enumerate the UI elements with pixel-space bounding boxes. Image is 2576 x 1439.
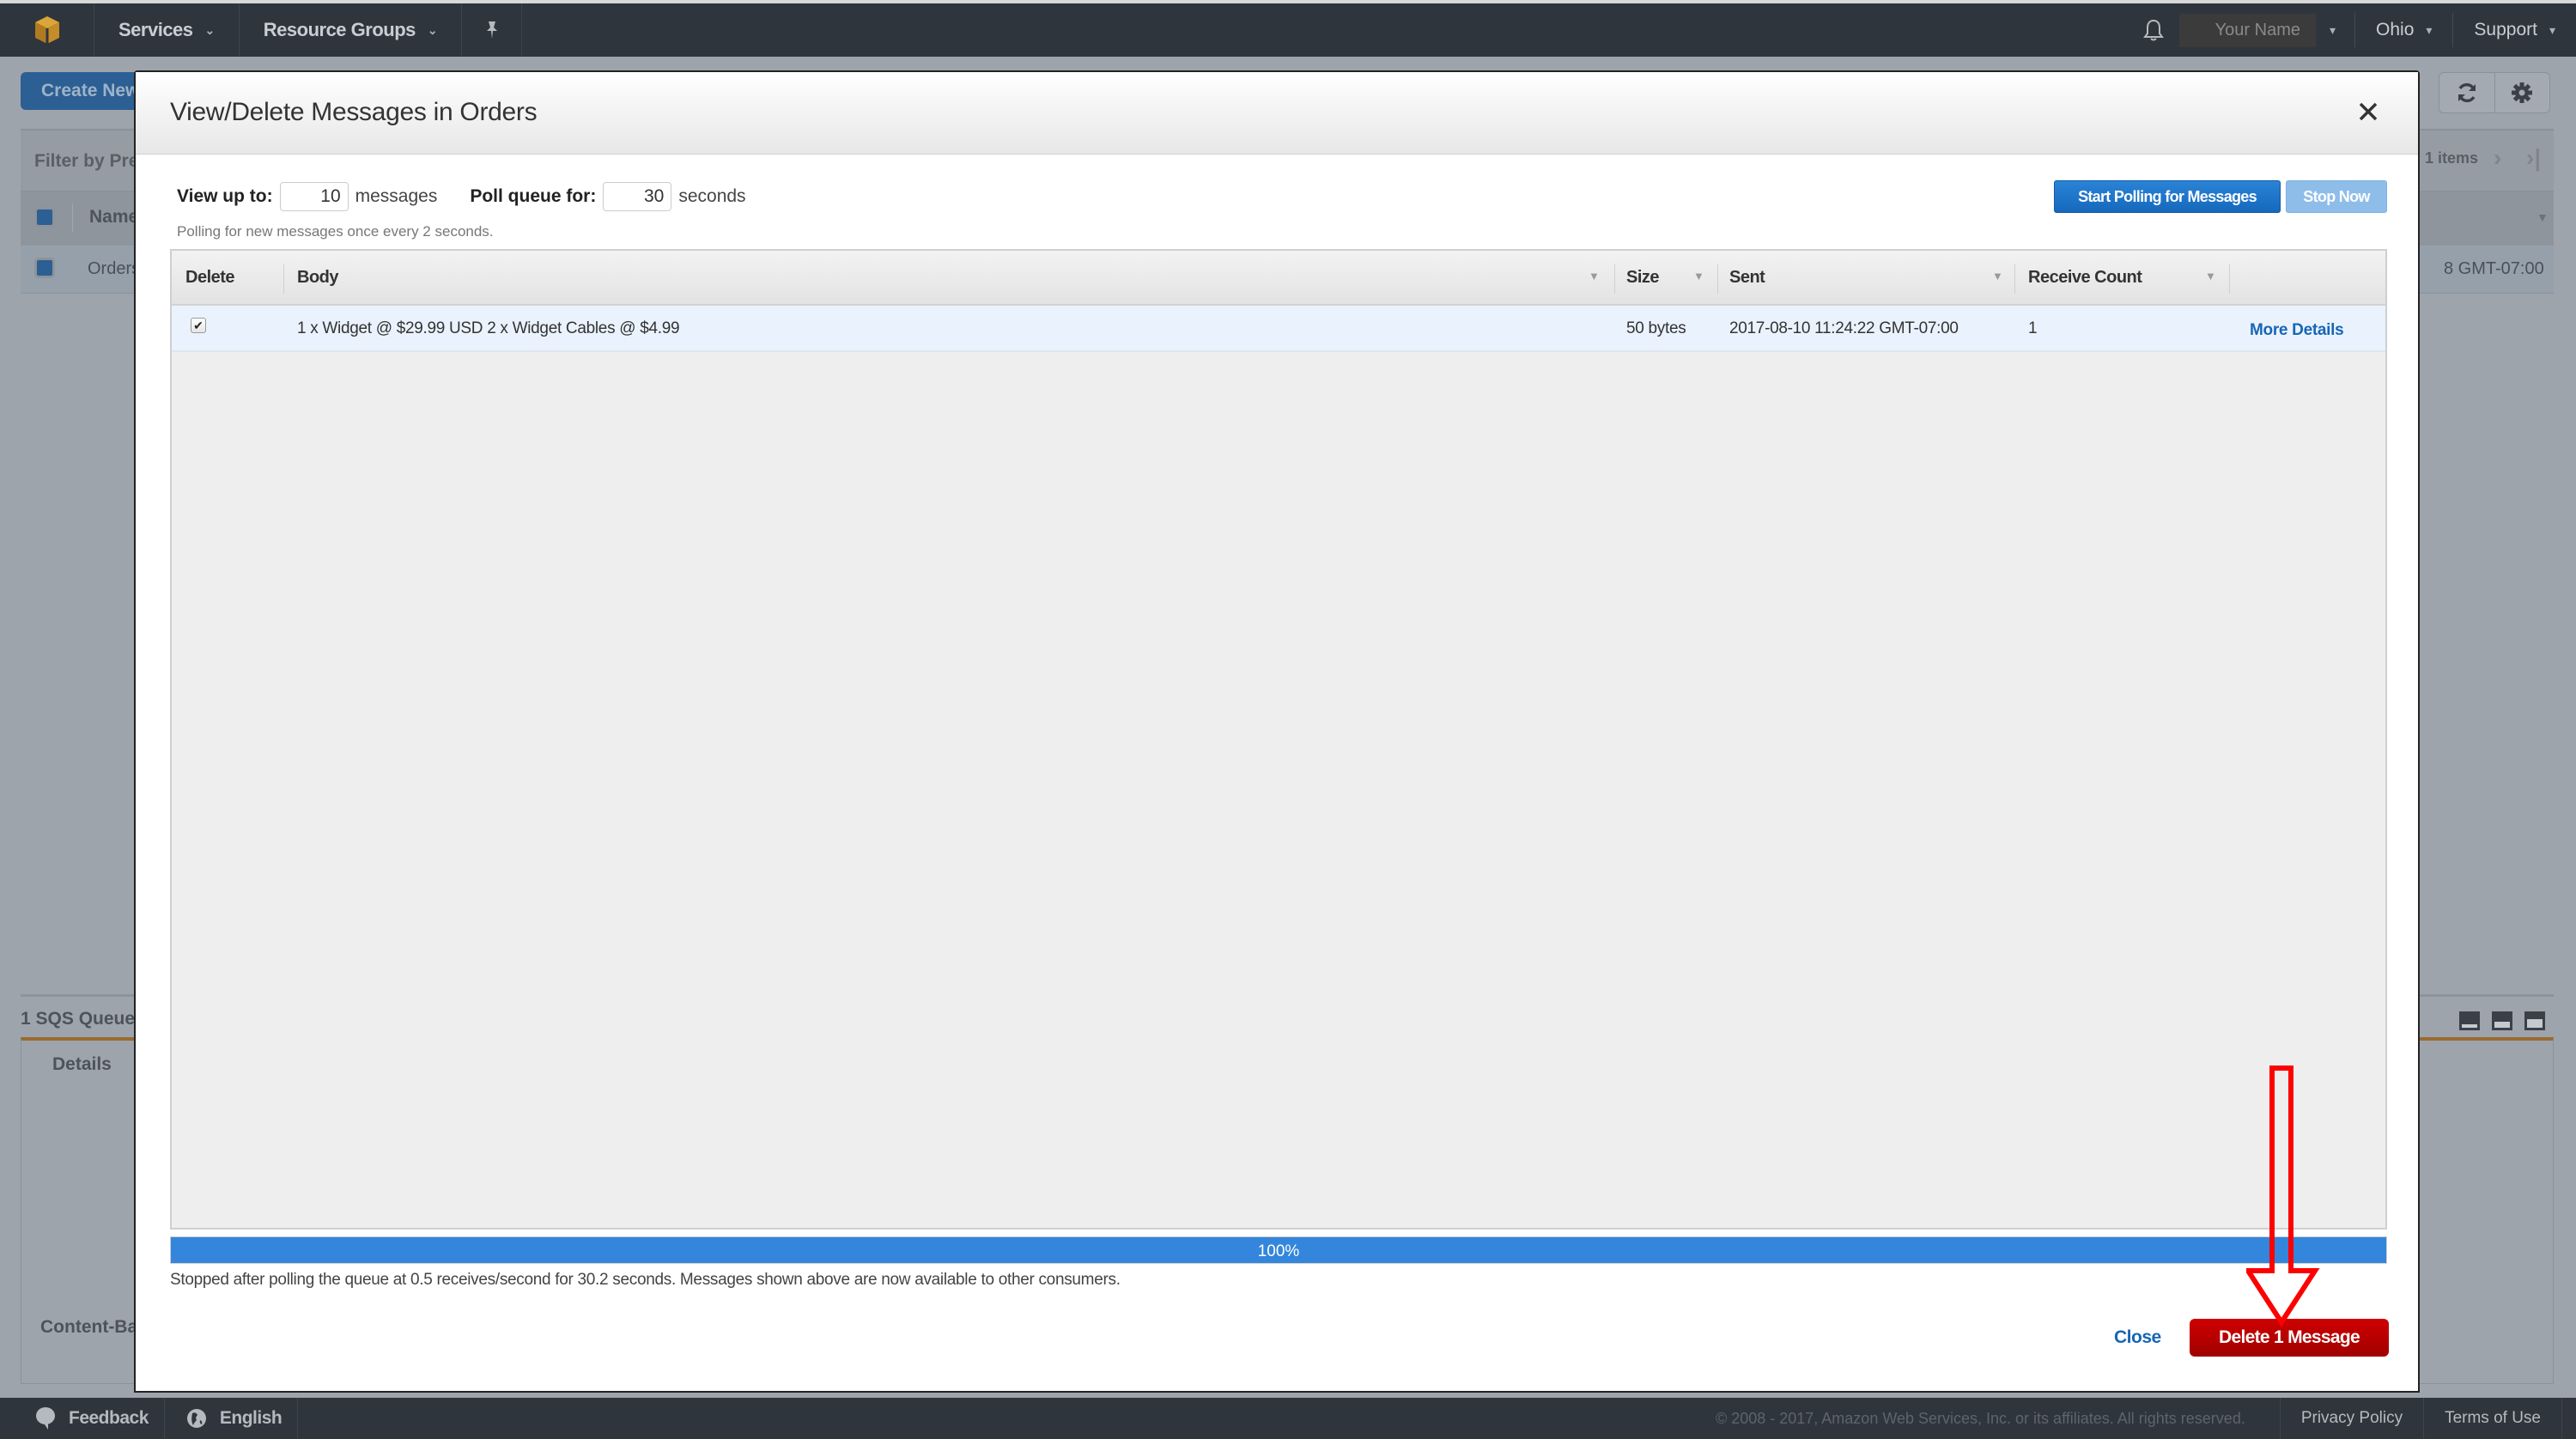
view-delete-messages-dialog: View/Delete Messages in Orders View up t…: [134, 70, 2420, 1393]
panel-size-controls: [2459, 1011, 2545, 1030]
privacy-policy-link[interactable]: Privacy Policy: [2279, 1398, 2423, 1439]
start-polling-button[interactable]: Start Polling for Messages: [2054, 180, 2281, 213]
chevron-down-icon: ⌄: [427, 22, 438, 37]
delete-checkbox[interactable]: ✔: [191, 318, 206, 333]
column-separator: [1717, 264, 1718, 294]
support-menu[interactable]: Support ▾: [2452, 13, 2576, 47]
speech-bubble-icon: [36, 1407, 55, 1430]
last-page-icon: ›|: [2526, 144, 2542, 171]
column-separator: [72, 203, 73, 233]
region-label: Ohio: [2376, 20, 2415, 39]
view-up-to-label: View up to:: [177, 186, 273, 206]
chevron-down-icon: ▾: [2426, 22, 2433, 37]
column-header-receive-count[interactable]: Receive Count: [2028, 268, 2142, 288]
column-separator: [2014, 264, 2015, 294]
footer-bar: Feedback English © 2008 - 2017, Amazon W…: [0, 1398, 2576, 1439]
dialog-header: View/Delete Messages in Orders: [136, 72, 2418, 155]
message-receive-count: 1: [2028, 319, 2038, 337]
chevron-down-icon: ▾: [2549, 22, 2555, 37]
column-separator: [283, 264, 284, 294]
services-menu[interactable]: Services ⌄: [94, 3, 240, 57]
services-label: Services: [118, 19, 193, 40]
seconds-unit-label: seconds: [678, 186, 746, 206]
resource-groups-menu[interactable]: Resource Groups ⌄: [240, 3, 463, 57]
dialog-title: View/Delete Messages in Orders: [170, 98, 538, 126]
column-header-sent[interactable]: Sent: [1729, 268, 1765, 288]
size-sort-icon[interactable]: ▼: [1693, 270, 1704, 282]
polling-controls: View up to: messages Poll queue for: sec…: [177, 182, 779, 211]
chevron-down-icon: ⌄: [204, 22, 216, 37]
messages-table: Delete Body ▼ Size ▼ Sent ▼ Receive Coun…: [170, 249, 2387, 1230]
next-page-icon: ›: [2494, 144, 2502, 171]
settings-button: [2495, 73, 2550, 112]
message-body: 1 x Widget @ $29.99 USD 2 x Widget Cable…: [297, 319, 680, 337]
aws-cube-icon: [34, 16, 59, 44]
column-separator: [2229, 264, 2230, 294]
polling-progress-bar: 100%: [170, 1236, 2387, 1264]
select-all-checkbox: [34, 207, 55, 228]
details-tab: Details: [52, 1054, 112, 1074]
terms-of-use-link[interactable]: Terms of Use: [2423, 1398, 2562, 1439]
language-label: English: [219, 1408, 283, 1428]
background-toolbar: [2439, 72, 2550, 113]
message-sent: 2017-08-10 11:24:22 GMT-07:00: [1729, 319, 1959, 337]
language-selector[interactable]: English: [165, 1398, 299, 1439]
bell-icon: [2142, 19, 2164, 41]
top-nav-bar: Services ⌄ Resource Groups ⌄ Your Name ▾…: [0, 0, 2576, 57]
poll-queue-label: Poll queue for:: [470, 186, 597, 206]
delete-message-button[interactable]: Delete 1 Message: [2190, 1319, 2389, 1357]
feedback-label: Feedback: [69, 1408, 149, 1428]
pin-button[interactable]: [462, 3, 523, 57]
globe-icon: [186, 1409, 206, 1428]
panel-small-icon: [2459, 1011, 2480, 1030]
name-column-header: Name: [89, 207, 139, 227]
panel-large-icon: [2524, 1011, 2545, 1030]
close-button[interactable]: Close: [2114, 1327, 2161, 1348]
column-menu-icon: ▼: [2537, 210, 2549, 224]
column-header-delete[interactable]: Delete: [185, 268, 235, 288]
refresh-button: [2439, 73, 2495, 112]
close-icon: [2359, 102, 2378, 121]
copyright-text: © 2008 - 2017, Amazon Web Services, Inc.…: [1715, 1409, 2245, 1427]
queue-name: Orders: [88, 259, 141, 278]
progress-label: 100%: [1257, 1242, 1300, 1260]
support-label: Support: [2474, 20, 2537, 39]
column-separator: [1614, 264, 1615, 294]
polling-note: Polling for new messages once every 2 se…: [177, 223, 494, 240]
more-details-link[interactable]: More Details: [2250, 321, 2344, 340]
aws-logo[interactable]: [0, 3, 94, 57]
feedback-button[interactable]: Feedback: [0, 1398, 165, 1439]
column-header-size[interactable]: Size: [1626, 268, 1660, 288]
message-row[interactable]: ✔ 1 x Widget @ $29.99 USD 2 x Widget Cab…: [172, 306, 2385, 352]
queue-created-date: 8 GMT-07:00: [2444, 259, 2544, 278]
user-menu-caret-icon[interactable]: ▾: [2316, 23, 2354, 38]
filter-label: Filter by Pre: [34, 151, 139, 171]
top-nav-right: Your Name ▾ Ohio ▾ Support ▾: [2128, 3, 2576, 57]
pushpin-icon: [486, 21, 497, 39]
poll-queue-input[interactable]: [603, 182, 672, 211]
column-header-body[interactable]: Body: [297, 268, 339, 288]
messages-table-header: Delete Body ▼ Size ▼ Sent ▼ Receive Coun…: [172, 251, 2385, 306]
view-up-to-input[interactable]: [279, 182, 349, 211]
resource-groups-label: Resource Groups: [263, 19, 416, 40]
gear-icon: [2512, 82, 2533, 103]
receive-count-sort-icon[interactable]: ▼: [2205, 270, 2216, 282]
body-sort-icon[interactable]: ▼: [1589, 270, 1600, 282]
messages-unit-label: messages: [355, 186, 438, 206]
items-count: 1 items: [2425, 149, 2479, 167]
refresh-icon: [2458, 82, 2476, 103]
content-based-label: Content-Ba: [40, 1317, 138, 1337]
polling-status-message: Stopped after polling the queue at 0.5 r…: [170, 1271, 1121, 1289]
notifications-button[interactable]: [2128, 18, 2179, 42]
row-checkbox: [34, 258, 55, 278]
region-menu[interactable]: Ohio ▾: [2354, 13, 2452, 47]
dialog-close-button[interactable]: [2353, 96, 2384, 127]
panel-medium-icon: [2492, 1011, 2512, 1030]
stop-now-button[interactable]: Stop Now: [2286, 180, 2387, 213]
user-name[interactable]: Your Name: [2178, 13, 2316, 47]
sent-sort-icon[interactable]: ▼: [1992, 270, 2003, 282]
message-size: 50 bytes: [1626, 319, 1686, 337]
